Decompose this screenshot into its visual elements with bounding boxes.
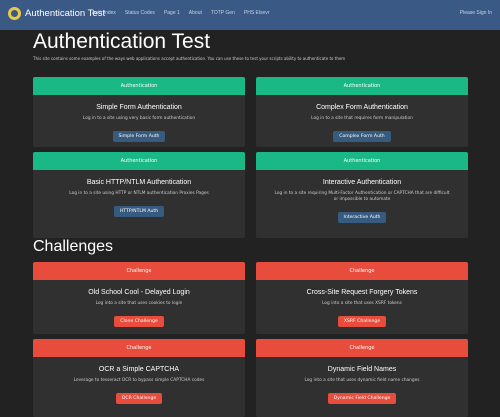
card-header: Challenge [256,339,468,357]
clone-challenge-button[interactable]: Clone Challenge [114,316,164,327]
card-title: Old School Cool - Delayed Login [88,289,190,296]
card-title: Simple Form Authentication [96,104,182,111]
page-title: Authentication Test [33,30,211,53]
sign-in-link[interactable]: Please Sign In [460,10,492,16]
card-header: Authentication [33,152,245,170]
card-title: Dynamic Field Names [327,366,397,373]
card-text: Log in to a site requiring Multi-Factor … [274,191,450,202]
interactive-auth-button[interactable]: Interactive Auth [337,212,387,223]
intro-text: This site contains some examples of the … [33,56,346,61]
top-navbar: Authentication Test Auth Index Status Co… [0,0,500,30]
auth-card-interactive: Authentication Interactive Authenticatio… [256,152,468,238]
nav-links: Auth Index Status Codes Page 1 About TOT… [92,10,269,16]
challenge-card-dynamic-fields: Challenge Dynamic Field Names Log into a… [256,339,468,417]
challenge-card-xsrf: Challenge Cross-Site Request Forgery Tok… [256,262,468,334]
nav-link-status-codes[interactable]: Status Codes [125,10,155,16]
dynamic-field-challenge-button[interactable]: Dynamic Field Challenge [327,393,397,404]
auth-card-http-ntlm: Authentication Basic HTTP/NTLM Authentic… [33,152,245,238]
card-header: Authentication [256,77,468,95]
card-text: Log in to a site using HTTP or NTLM auth… [69,191,209,196]
auth-card-complex-form: Authentication Complex Form Authenticati… [256,77,468,147]
card-header: Challenge [256,262,468,280]
card-title: Basic HTTP/NTLM Authentication [86,179,192,186]
complex-form-auth-button[interactable]: Complex Form Auth [333,131,391,142]
nav-link-totp-gen[interactable]: TOTP Gen [211,10,235,16]
card-text: Log in to a site that requires form mani… [311,116,413,121]
challenge-card-ocr: Challenge OCR a Simple CAPTCHA Leverage … [33,339,245,417]
ocr-challenge-button[interactable]: OCR Challenge [115,393,163,404]
challenges-heading: Challenges [33,238,114,255]
xsrf-challenge-button[interactable]: XSRF Challenge [337,316,387,327]
challenge-card-delayed-login: Challenge Old School Cool - Delayed Logi… [33,262,245,334]
card-text: Log into a site that uses cookies to log… [95,301,183,306]
nav-link-about[interactable]: About [189,10,202,16]
simple-form-auth-button[interactable]: Simple Form Auth [112,131,166,142]
card-text: Leverage to tesseract OCR to bypass simp… [73,378,205,383]
card-text: Log into a site that uses XSRF tokens [322,301,402,306]
card-title: OCR a Simple CAPTCHA [98,366,180,373]
brand-link[interactable]: Authentication Test [8,7,105,20]
card-text: Log into a site that uses dynamic field … [304,378,420,383]
card-title: Cross-Site Request Forgery Tokens [306,289,418,296]
http-ntlm-auth-button[interactable]: HTTP/NTLM Auth [113,206,165,217]
card-header: Challenge [33,262,245,280]
auth-card-simple-form: Authentication Simple Form Authenticatio… [33,77,245,147]
card-header: Authentication [256,152,468,170]
brand-logo-icon [8,7,21,20]
nav-link-page-1[interactable]: Page 1 [164,10,180,16]
card-header: Challenge [33,339,245,357]
card-title: Complex Form Authentication [316,104,408,111]
card-header: Authentication [33,77,245,95]
nav-link-auth-index[interactable]: Auth Index [92,10,116,16]
card-text: Log in to a site using very basic form a… [82,116,196,121]
nav-link-phs[interactable]: PHS Elsevr [244,10,270,16]
card-title: Interactive Authentication [322,179,402,186]
